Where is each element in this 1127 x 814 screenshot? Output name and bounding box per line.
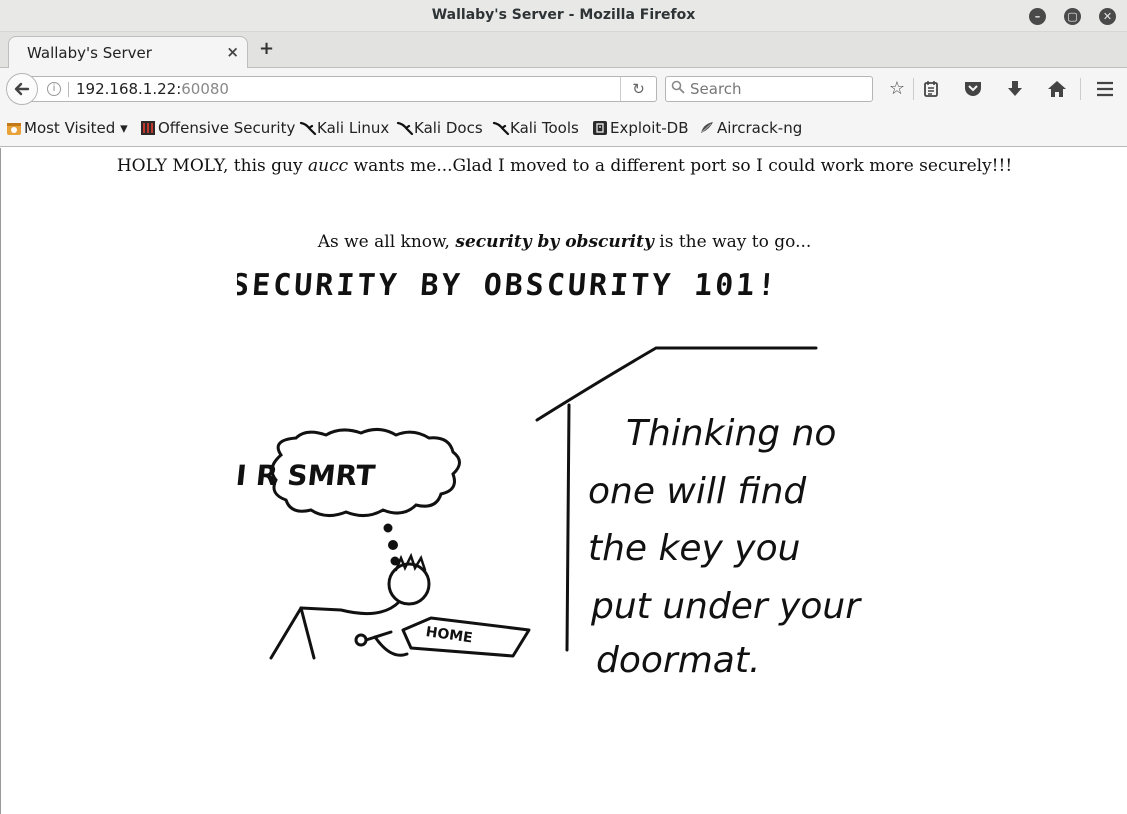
bookmark-label: Offensive Security [158,119,296,137]
intro-text-start: HOLY MOLY, this guy [116,156,308,176]
reading-list-icon[interactable] [919,78,943,100]
page-content: HOLY MOLY, this guy aucc wants me...Glad… [0,148,1127,814]
toolbar-separator [913,78,914,100]
url-text[interactable]: 192.168.1.22:60080 [76,80,229,98]
url-port: 60080 [181,80,229,98]
bookmarks-toolbar: Most Visited ▾ Offensive Security Kali L… [0,110,1127,147]
caption-line: one will find [588,471,807,512]
comic-heading: SECURITY BY OBSCURITY 101! [237,268,780,303]
intro-text-end: wants me...Glad I moved to a different p… [348,156,1013,176]
menu-icon[interactable] [1093,78,1117,100]
obscurity-text-start: As we all know, [317,232,456,252]
toolbar-separator [1080,78,1081,100]
stick-figure [269,552,431,660]
url-host: 192.168.1.22: [76,80,182,98]
exploitdb-icon [592,120,608,136]
offsec-icon [140,120,156,136]
kali-dragon-icon [299,120,317,136]
tab-label: Wallaby's Server [27,44,152,62]
thought-text: I R SMRT [237,459,377,492]
bookmark-offensive-security[interactable]: Offensive Security [140,119,295,137]
close-icon[interactable]: ✕ [1099,8,1116,25]
thought-bubble [270,428,461,566]
search-input[interactable] [690,79,868,99]
kali-dragon-icon [492,120,510,136]
minimize-icon[interactable]: – [1029,8,1046,25]
intro-username: aucc [308,156,349,176]
info-icon[interactable]: i [47,82,61,96]
url-bar[interactable]: i 192.168.1.22:60080 ↻ [30,76,657,102]
bookmark-label: Kali Docs [414,119,483,137]
download-icon[interactable] [1003,78,1027,100]
back-arrow-icon[interactable] [6,73,38,105]
window-titlebar: Wallaby's Server - Mozilla Firefox – ▢ ✕ [0,0,1127,32]
caption-line: the key you [588,528,800,569]
bookmark-label: Exploit-DB [610,119,689,137]
caption-line: Thinking no [626,413,836,454]
star-icon[interactable]: ☆ [885,78,909,100]
tab-wallabys-server[interactable]: Wallaby's Server × [8,36,248,69]
bookmark-kali-docs[interactable]: Kali Docs [396,119,483,137]
pocket-icon[interactable] [961,78,985,100]
caption-line: put under your [590,586,862,627]
bookmark-kali-linux[interactable]: Kali Linux [299,119,389,137]
navigation-bar: i 192.168.1.22:60080 ↻ ☆ [0,68,1127,110]
search-icon [671,80,685,98]
bookmark-label: Most Visited ▾ [24,119,128,137]
search-bar[interactable] [665,76,873,102]
obscurity-emphasis: security by obscurity [455,232,654,252]
bookmark-aircrack-ng[interactable]: Aircrack-ng [699,119,802,137]
home-icon[interactable] [1045,78,1069,100]
url-separator [68,82,69,97]
aircrack-icon [699,120,715,136]
bookmark-label: Kali Tools [510,119,579,137]
reload-icon[interactable]: ↻ [620,77,656,101]
kali-dragon-icon [396,120,414,136]
intro-text: HOLY MOLY, this guy aucc wants me...Glad… [1,156,1127,176]
bookmark-exploit-db[interactable]: Exploit-DB [592,119,689,137]
window-title: Wallaby's Server - Mozilla Firefox [431,7,696,23]
tab-close-icon[interactable]: × [226,43,239,61]
tab-strip: Wallaby's Server × + [0,32,1127,69]
doormat-label: HOME [425,624,474,646]
bookmark-kali-tools[interactable]: Kali Tools [492,119,579,137]
obscurity-text: As we all know, security by obscurity is… [1,232,1127,252]
comic-caption: Thinking no one will find the key you pu… [588,413,862,681]
obscurity-text-end: is the way to go... [653,232,812,252]
bookmark-label: Kali Linux [317,119,390,137]
new-tab-button[interactable]: + [259,38,274,59]
bookmark-label: Aircrack-ng [717,119,803,137]
caption-line: doormat. [596,640,760,681]
most-visited-icon [6,120,22,136]
comic-image: SECURITY BY OBSCURITY 101! Thinking no o… [237,268,862,681]
maximize-icon[interactable]: ▢ [1064,8,1081,25]
bookmark-most-visited[interactable]: Most Visited ▾ [6,119,128,137]
